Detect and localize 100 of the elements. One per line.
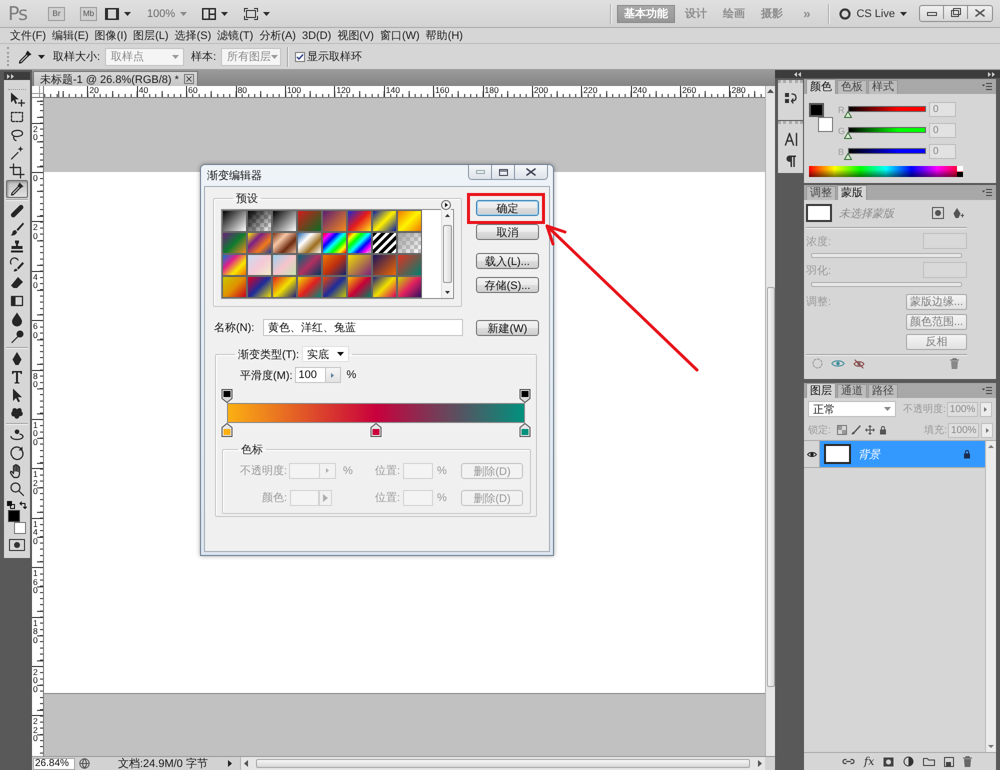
- gradient-preview-bar[interactable]: [227, 403, 525, 423]
- gradient-swatch[interactable]: [222, 210, 247, 232]
- bridge-button[interactable]: Br: [48, 6, 65, 20]
- menu-item[interactable]: 3D(D): [298, 30, 334, 42]
- panel-menu-icon[interactable]: [982, 83, 992, 90]
- gradient-type-dropdown[interactable]: 实底: [302, 346, 350, 362]
- color-spectrum-bar[interactable]: [809, 166, 963, 177]
- transparency-lock-icon[interactable]: [836, 425, 847, 435]
- panel-tab[interactable]: 调整: [806, 186, 836, 200]
- eyedropper-tool[interactable]: [6, 180, 28, 198]
- mini-bridge-button[interactable]: Mb: [80, 6, 97, 20]
- menu-item[interactable]: 图像(I): [92, 28, 130, 43]
- name-field[interactable]: 黄色、洋红、兔蓝: [263, 319, 463, 336]
- gradient-swatch[interactable]: [322, 254, 347, 276]
- maximize-button[interactable]: [492, 165, 515, 179]
- scrollbar-thumb[interactable]: [256, 759, 750, 768]
- scrollbar-thumb[interactable]: [766, 287, 774, 687]
- globe-icon[interactable]: [79, 758, 90, 769]
- color-stop-icon[interactable]: [222, 423, 232, 437]
- gradient-swatch[interactable]: [297, 254, 322, 276]
- double-arrow-icon[interactable]: [988, 72, 996, 76]
- menu-item[interactable]: 帮助(H): [422, 28, 466, 43]
- panel-tab[interactable]: 样式: [868, 80, 898, 94]
- document-tab[interactable]: 未标题-1 @ 26.8%(RGB/8) *: [33, 71, 198, 86]
- double-arrow-icon[interactable]: [7, 74, 15, 78]
- gradient-swatch[interactable]: [372, 254, 397, 276]
- left-arrow-icon[interactable]: [244, 760, 248, 767]
- brush-icon[interactable]: [850, 425, 861, 435]
- down-arrow-icon[interactable]: [988, 745, 994, 748]
- gradient-swatch[interactable]: [222, 276, 247, 298]
- gradient-swatch[interactable]: [297, 232, 322, 254]
- circle-in-square-icon[interactable]: [932, 207, 944, 219]
- gradient-swatch[interactable]: [372, 232, 397, 254]
- extras-dropdown[interactable]: [105, 8, 131, 20]
- link-icon[interactable]: [842, 758, 855, 765]
- gradient-swatch[interactable]: [272, 232, 297, 254]
- menu-item[interactable]: 窗口(W): [376, 28, 423, 43]
- color-stop-icon[interactable]: [370, 423, 382, 437]
- menu-item[interactable]: 编辑(E): [49, 28, 92, 43]
- panel-tab[interactable]: 色板: [837, 80, 867, 94]
- background-color-swatch[interactable]: [14, 522, 26, 534]
- slider-thumb[interactable]: [844, 111, 852, 118]
- vertical-scrollbar[interactable]: [985, 441, 996, 752]
- gradient-swatch[interactable]: [372, 276, 397, 298]
- gradient-swatch[interactable]: [397, 276, 422, 298]
- visibility-toggle[interactable]: [804, 441, 820, 467]
- gradient-swatch[interactable]: [322, 232, 347, 254]
- slider-track[interactable]: [844, 106, 928, 118]
- dotted-circle-icon[interactable]: [812, 358, 823, 369]
- value-field[interactable]: [923, 233, 967, 249]
- up-arrow-icon[interactable]: [767, 89, 774, 93]
- slider-track[interactable]: [811, 253, 962, 258]
- dialog-button[interactable]: 取消: [476, 224, 539, 240]
- gradient-swatch[interactable]: [222, 254, 247, 276]
- gradient-swatch[interactable]: [272, 210, 297, 232]
- zoom-dropdown[interactable]: 100%: [147, 8, 188, 20]
- slider-thumb[interactable]: [844, 132, 852, 139]
- right-arrow-icon[interactable]: [758, 760, 762, 767]
- vertical-scrollbar[interactable]: [765, 86, 775, 756]
- shape-plus-icon[interactable]: [952, 207, 964, 219]
- checkbox[interactable]: [295, 52, 306, 62]
- blend-mode-dropdown[interactable]: 正常: [808, 401, 896, 417]
- menu-item[interactable]: 文件(F): [7, 28, 50, 43]
- gradient-swatch[interactable]: [397, 254, 422, 276]
- stepper-button[interactable]: [326, 367, 341, 383]
- up-arrow-icon[interactable]: [988, 445, 994, 448]
- effects-button[interactable]: fx: [864, 755, 874, 768]
- cs-live-button[interactable]: CS Live: [839, 8, 907, 20]
- gradient-swatch[interactable]: [297, 276, 322, 298]
- zoom-field[interactable]: 26.84%: [33, 758, 75, 770]
- dialog-button[interactable]: 载入(L)...: [476, 253, 539, 269]
- arrange-dropdown[interactable]: [202, 8, 228, 20]
- slider-track[interactable]: [844, 148, 928, 160]
- foreground-color-swatch[interactable]: [809, 103, 824, 117]
- gradient-swatch[interactable]: [272, 254, 297, 276]
- menu-item[interactable]: 视图(V): [334, 28, 377, 43]
- slider-thumb[interactable]: [844, 153, 852, 160]
- slider-popup-button[interactable]: [980, 402, 992, 416]
- menu-item[interactable]: 图层(L): [130, 28, 172, 43]
- opacity-stop-icon[interactable]: [222, 389, 232, 403]
- gradient-swatch[interactable]: [347, 276, 372, 298]
- preset-scrollbar[interactable]: [441, 210, 452, 298]
- double-arrow-icon[interactable]: [793, 72, 801, 76]
- panel-tab[interactable]: 蒙版: [837, 185, 867, 200]
- panel-tab[interactable]: 颜色: [806, 79, 836, 94]
- quick-mask-icon[interactable]: [9, 539, 25, 551]
- slider-track[interactable]: [811, 282, 962, 287]
- gradient-swatch[interactable]: [247, 254, 272, 276]
- paragraph-icon[interactable]: [784, 154, 796, 168]
- opacity-stop-icon[interactable]: [520, 389, 530, 403]
- color-stop-icon[interactable]: [520, 423, 530, 437]
- menu-item[interactable]: 选择(S): [172, 28, 214, 43]
- dialog-button[interactable]: 存储(S)...: [476, 277, 539, 293]
- gradient-swatch[interactable]: [272, 276, 297, 298]
- move-arrows-icon[interactable]: [864, 425, 875, 435]
- gradient-swatch[interactable]: [397, 210, 422, 232]
- panel-menu-icon[interactable]: [982, 189, 992, 196]
- dialog-button[interactable]: 确定: [476, 200, 539, 216]
- foreground-color-swatch[interactable]: [8, 510, 20, 522]
- folder-icon[interactable]: [923, 757, 936, 766]
